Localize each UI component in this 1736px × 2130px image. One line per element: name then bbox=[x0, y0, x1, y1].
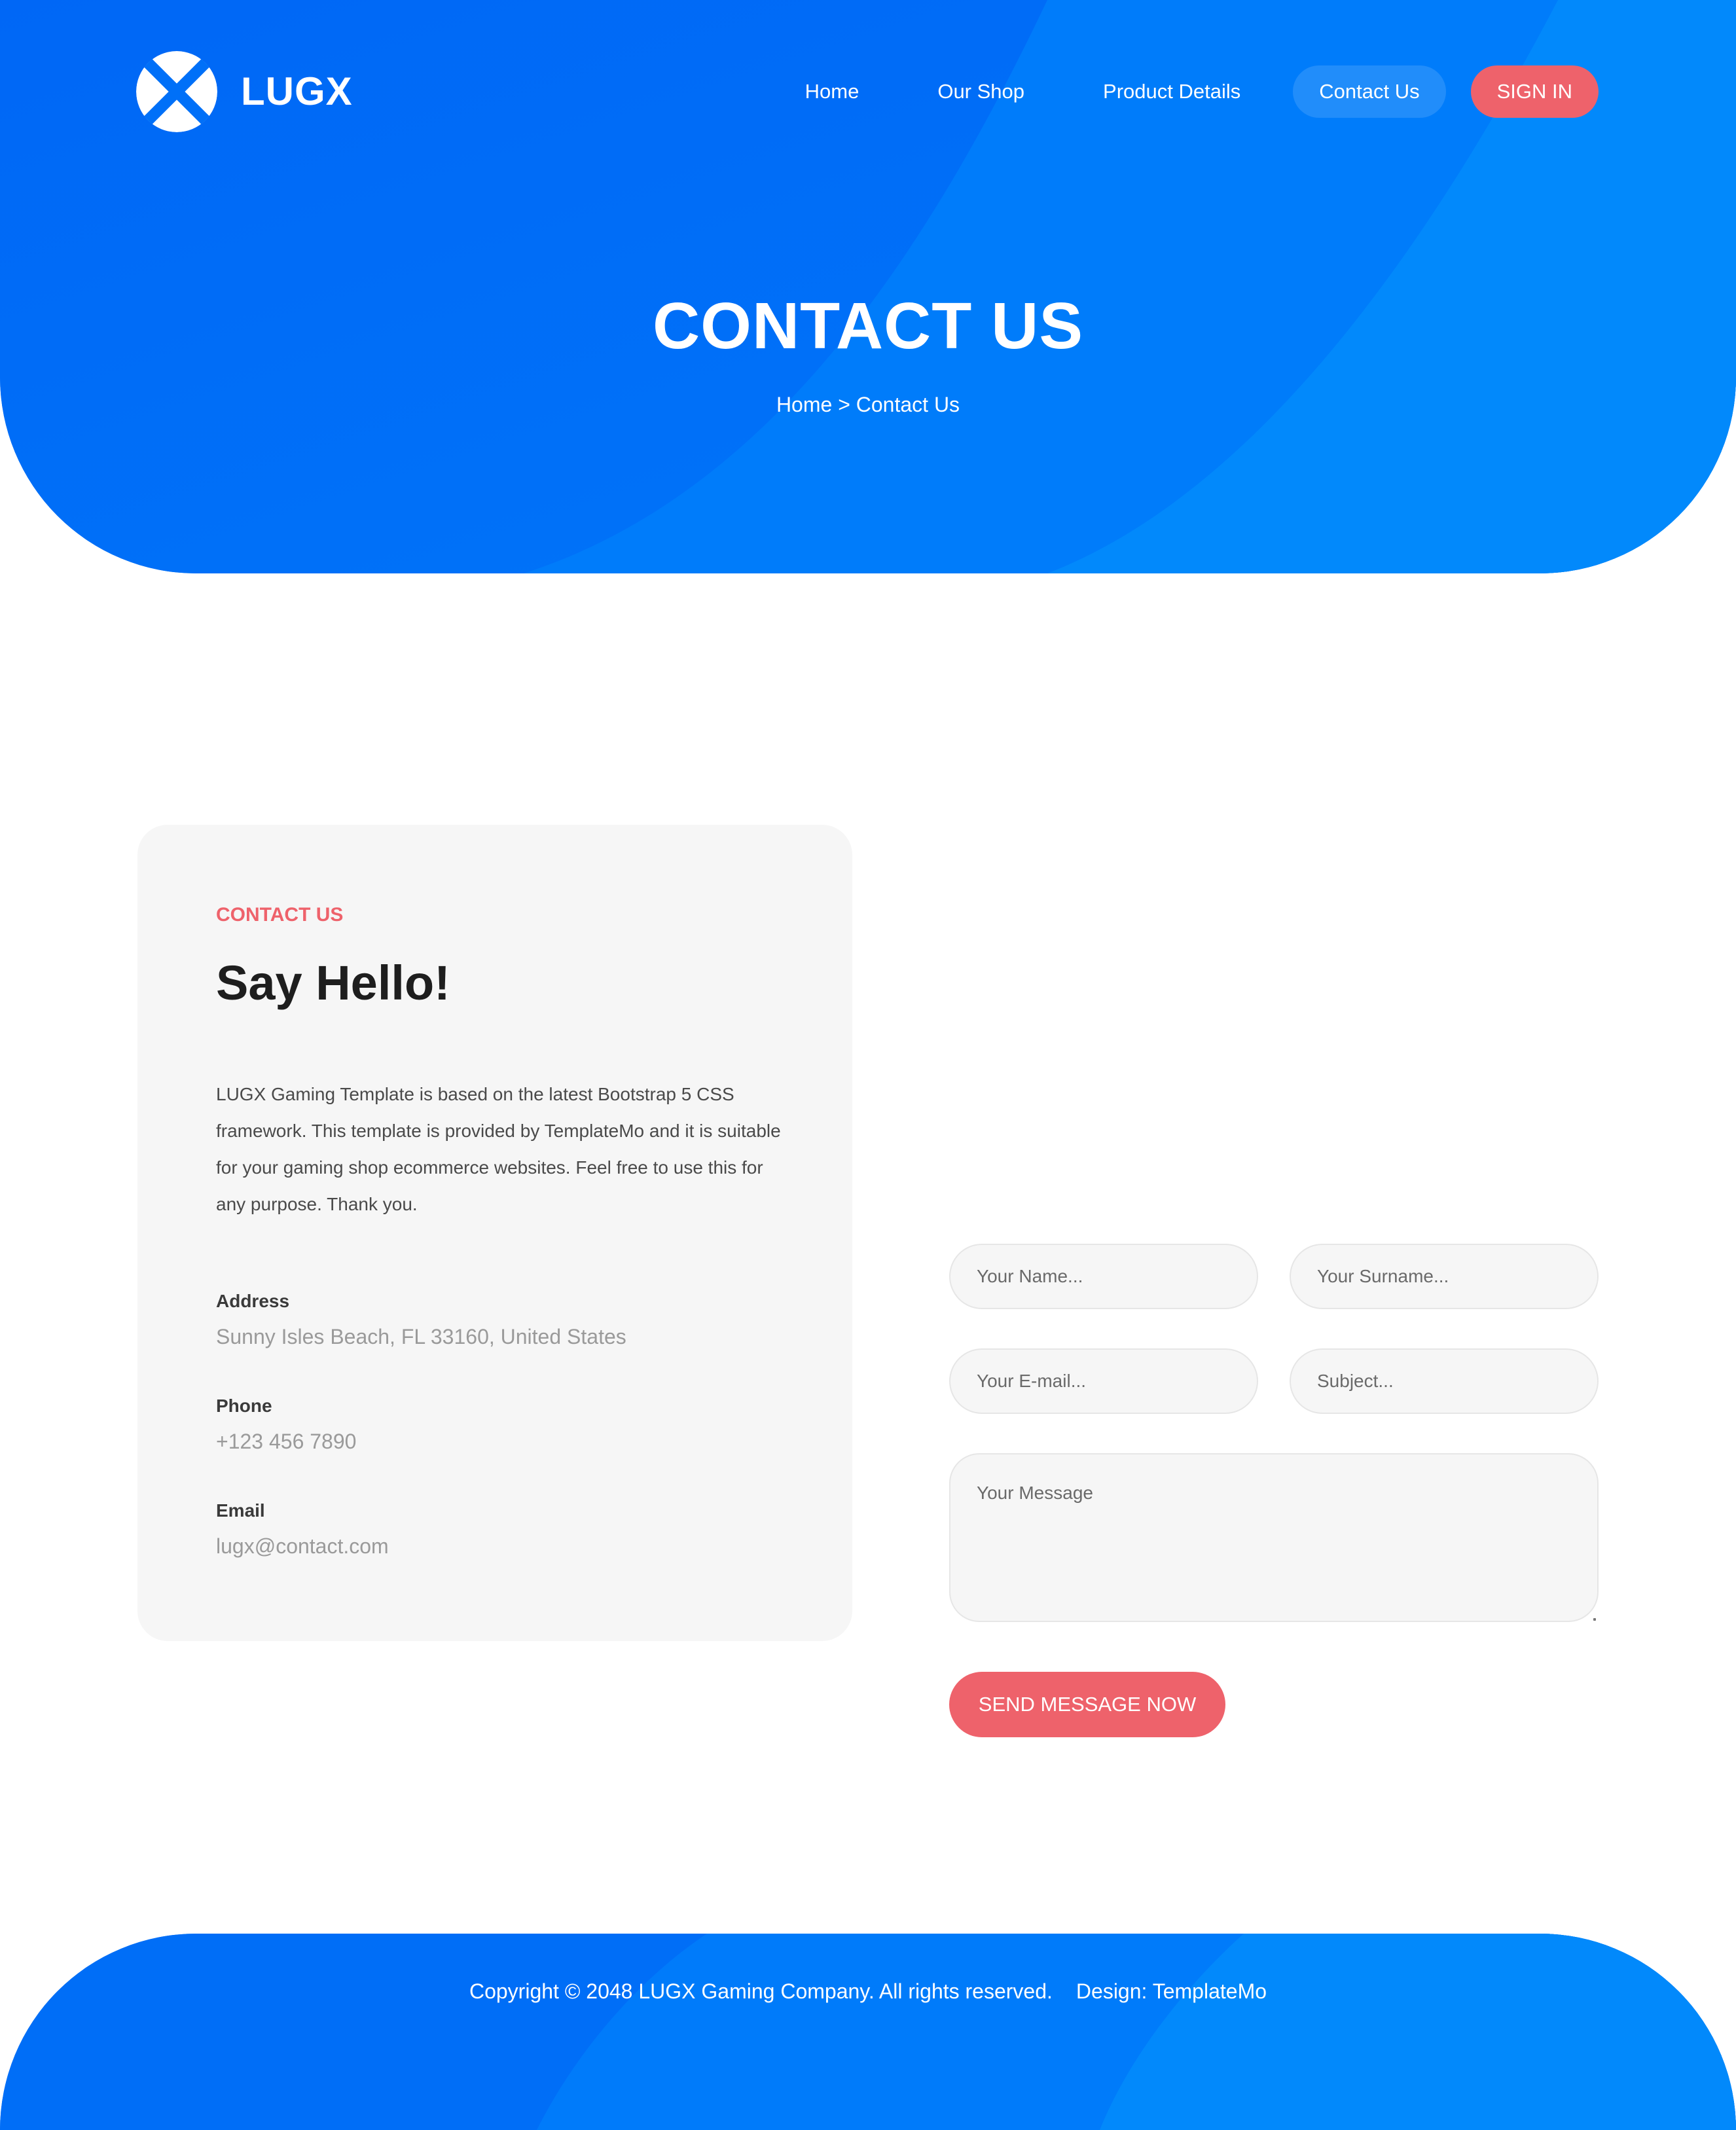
address-label: Address bbox=[216, 1291, 290, 1311]
email-label: Email bbox=[216, 1500, 265, 1521]
design-credit-link[interactable]: Design: TemplateMo bbox=[1076, 1979, 1267, 2003]
breadcrumb-home-link[interactable]: Home bbox=[776, 393, 832, 416]
breadcrumb-current: Contact Us bbox=[856, 393, 960, 416]
phone-value: +123 456 7890 bbox=[216, 1430, 357, 1453]
footer-text: Copyright © 2048 LUGX Gaming Company. Al… bbox=[0, 1977, 1736, 2006]
sign-in-button[interactable]: SIGN IN bbox=[1470, 65, 1599, 118]
nav-item-contact-us[interactable]: Contact Us bbox=[1293, 65, 1446, 118]
email-field[interactable] bbox=[949, 1348, 1258, 1414]
nav-item-our-shop[interactable]: Our Shop bbox=[911, 65, 1051, 118]
brand-name: LUGX bbox=[241, 69, 353, 113]
breadcrumb-separator: > bbox=[838, 393, 850, 416]
hero-banner: LUGX Home Our Shop Product Details Conta… bbox=[0, 0, 1736, 573]
address-value: Sunny Isles Beach, FL 33160, United Stat… bbox=[216, 1325, 626, 1348]
main-nav: Home Our Shop Product Details Contact Us… bbox=[753, 65, 1599, 118]
contact-info-card: CONTACT US Say Hello! LUGX Gaming Templa… bbox=[137, 825, 852, 1641]
subject-field[interactable] bbox=[1290, 1348, 1599, 1414]
lugx-x-logo-icon bbox=[136, 51, 217, 132]
contact-page: LUGX Home Our Shop Product Details Conta… bbox=[0, 0, 1736, 2130]
phone-label: Phone bbox=[216, 1396, 272, 1416]
page-title: CONTACT US bbox=[652, 289, 1084, 363]
email-value[interactable]: lugx@contact.com bbox=[216, 1532, 389, 1561]
textarea-resize-handle[interactable] bbox=[1593, 1618, 1596, 1621]
brand-logo[interactable]: LUGX bbox=[136, 51, 353, 132]
section-heading: Say Hello! bbox=[216, 956, 450, 1010]
surname-field[interactable] bbox=[1290, 1244, 1599, 1309]
copyright-text: Copyright © 2048 LUGX Gaming Company. Al… bbox=[469, 1979, 1053, 2003]
footer: Copyright © 2048 LUGX Gaming Company. Al… bbox=[0, 1934, 1736, 2130]
section-intro: LUGX Gaming Template is based on the lat… bbox=[216, 1084, 781, 1214]
nav-item-product-details[interactable]: Product Details bbox=[1077, 65, 1267, 118]
breadcrumb: Home > Contact Us bbox=[0, 390, 1736, 419]
name-field[interactable] bbox=[949, 1244, 1258, 1309]
section-eyebrow: CONTACT US bbox=[216, 904, 344, 926]
nav-item-home[interactable]: Home bbox=[779, 65, 886, 118]
footer-background-shape bbox=[0, 1934, 1736, 2130]
send-message-button[interactable]: SEND MESSAGE NOW bbox=[949, 1672, 1225, 1737]
message-field[interactable] bbox=[949, 1453, 1599, 1622]
